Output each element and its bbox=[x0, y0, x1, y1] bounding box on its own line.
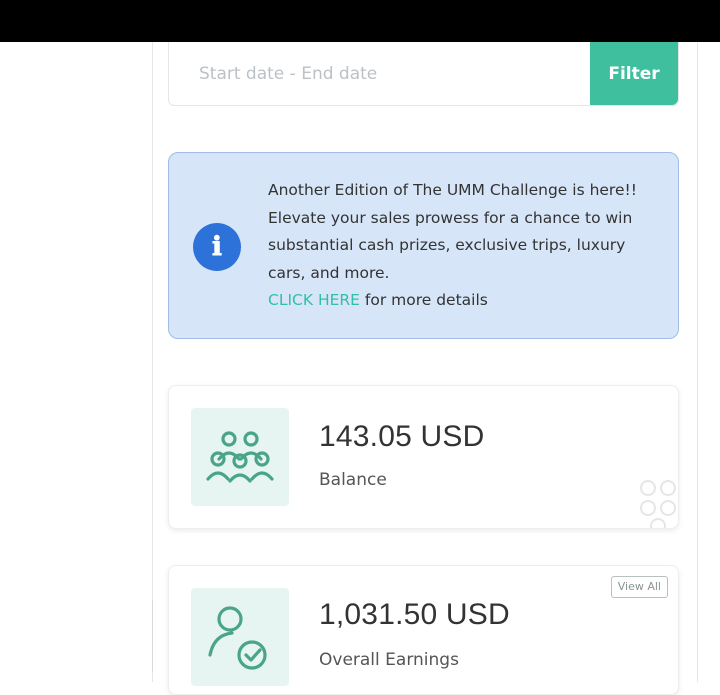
view-all-button[interactable]: View All bbox=[610, 576, 668, 598]
earnings-label: Overall Earnings bbox=[319, 650, 459, 670]
earnings-icon-tile bbox=[191, 588, 289, 686]
top-black-bar bbox=[0, 0, 720, 42]
earnings-amount: 1,031.50 USD bbox=[319, 598, 510, 631]
date-filter-bar: Filter bbox=[168, 42, 679, 106]
users-watermark-icon bbox=[640, 480, 676, 528]
balance-amount: 143.05 USD bbox=[319, 420, 485, 453]
click-here-link[interactable]: CLICK HERE bbox=[268, 291, 360, 309]
balance-card: 143.05 USD Balance bbox=[168, 385, 679, 529]
balance-icon-tile bbox=[191, 408, 289, 506]
users-group-icon bbox=[206, 431, 274, 483]
user-check-icon bbox=[208, 606, 267, 670]
alert-link-suffix: for more details bbox=[359, 291, 488, 309]
balance-label: Balance bbox=[319, 470, 387, 490]
earnings-card: 1,031.50 USD Overall Earnings View All bbox=[168, 565, 679, 695]
info-icon: ℹ bbox=[193, 223, 241, 271]
date-range-input[interactable] bbox=[169, 42, 592, 105]
side-edge bbox=[152, 600, 159, 672]
filter-button[interactable]: Filter bbox=[590, 42, 678, 105]
alert-text: Another Edition of The UMM Challenge is … bbox=[268, 177, 648, 315]
alert-message: Another Edition of The UMM Challenge is … bbox=[268, 181, 637, 282]
challenge-alert: ℹ Another Edition of The UMM Challenge i… bbox=[168, 152, 679, 339]
